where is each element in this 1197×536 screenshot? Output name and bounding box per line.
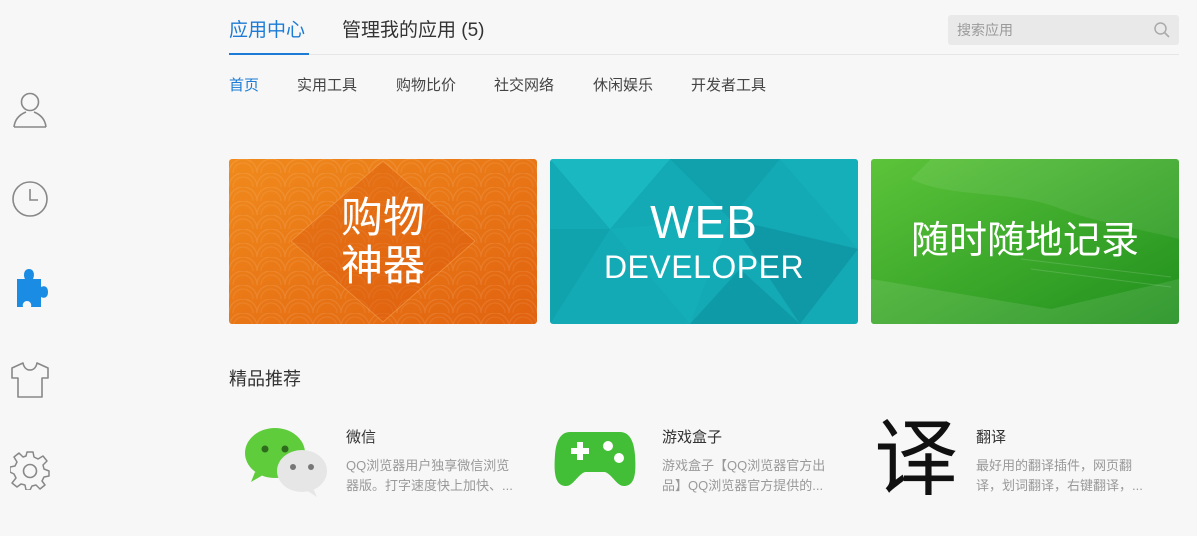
category-home[interactable]: 首页 bbox=[229, 76, 259, 96]
banner-notes-title: 随时随地记录 bbox=[910, 220, 1139, 262]
banner-shopping-line2: 神器 bbox=[340, 242, 425, 289]
sidebar-item-profile[interactable] bbox=[8, 87, 52, 131]
section-title-featured: 精品推荐 bbox=[229, 369, 301, 389]
active-tab-indicator bbox=[229, 53, 309, 55]
shirt-icon bbox=[11, 362, 49, 398]
app-icon-container bbox=[545, 420, 645, 510]
app-icon-container: 译 bbox=[859, 414, 959, 510]
app-name: 微信 bbox=[346, 429, 377, 446]
search-icon[interactable] bbox=[1153, 21, 1171, 39]
category-social[interactable]: 社交网络 bbox=[494, 76, 554, 96]
translate-icon: 译 bbox=[874, 410, 959, 508]
gamepad-icon bbox=[554, 432, 636, 487]
sidebar-item-history[interactable] bbox=[8, 177, 52, 221]
banner-web-line2: DEVELOPER bbox=[603, 249, 805, 285]
app-name: 翻译 bbox=[976, 429, 1007, 446]
app-card-translate[interactable]: 译 翻译 最好用的翻译插件，网页翻译，划词翻译，右键翻译，... bbox=[859, 414, 1159, 510]
app-description: 最好用的翻译插件，网页翻译，划词翻译，右键翻译，... bbox=[976, 458, 1143, 493]
sidebar bbox=[0, 0, 60, 536]
wechat-icon bbox=[245, 428, 327, 497]
banner-shopping-line1: 购物 bbox=[340, 194, 425, 241]
app-icon-container bbox=[229, 420, 329, 510]
puzzle-icon bbox=[17, 269, 48, 307]
app-description: QQ浏览器用户独享微信浏览器版。打字速度快上加快、... bbox=[346, 458, 513, 493]
category-entertainment[interactable]: 休闲娱乐 bbox=[593, 76, 653, 96]
clock-icon bbox=[12, 181, 48, 217]
sidebar-item-apps[interactable] bbox=[8, 267, 52, 311]
search-box bbox=[948, 15, 1179, 45]
banner-shopping[interactable]: 购物 神器 bbox=[229, 159, 537, 324]
gear-icon bbox=[10, 451, 50, 490]
sidebar-item-settings[interactable] bbox=[8, 448, 52, 492]
header-divider bbox=[229, 54, 1179, 55]
user-icon bbox=[13, 92, 47, 128]
app-card-wechat[interactable]: 微信 QQ浏览器用户独享微信浏览器版。打字速度快上加快、... bbox=[229, 420, 529, 510]
banner-notes[interactable]: 随时随地记录 bbox=[871, 159, 1179, 324]
banner-web-line1: WEB bbox=[650, 196, 758, 248]
tab-manage-apps[interactable]: 管理我的应用 (5) bbox=[342, 18, 485, 44]
search-input[interactable] bbox=[948, 15, 1153, 45]
sidebar-item-skins[interactable] bbox=[8, 358, 52, 402]
category-shopping[interactable]: 购物比价 bbox=[396, 76, 456, 96]
category-developer[interactable]: 开发者工具 bbox=[691, 76, 766, 96]
app-description: 游戏盒子【QQ浏览器官方出品】QQ浏览器官方提供的... bbox=[662, 458, 826, 493]
tab-app-center[interactable]: 应用中心 bbox=[229, 18, 305, 44]
category-utilities[interactable]: 实用工具 bbox=[297, 76, 357, 96]
app-card-game-box[interactable]: 游戏盒子 游戏盒子【QQ浏览器官方出品】QQ浏览器官方提供的... bbox=[545, 420, 845, 510]
banner-web-developer[interactable]: WEB DEVELOPER bbox=[550, 159, 858, 324]
app-name: 游戏盒子 bbox=[662, 429, 723, 446]
